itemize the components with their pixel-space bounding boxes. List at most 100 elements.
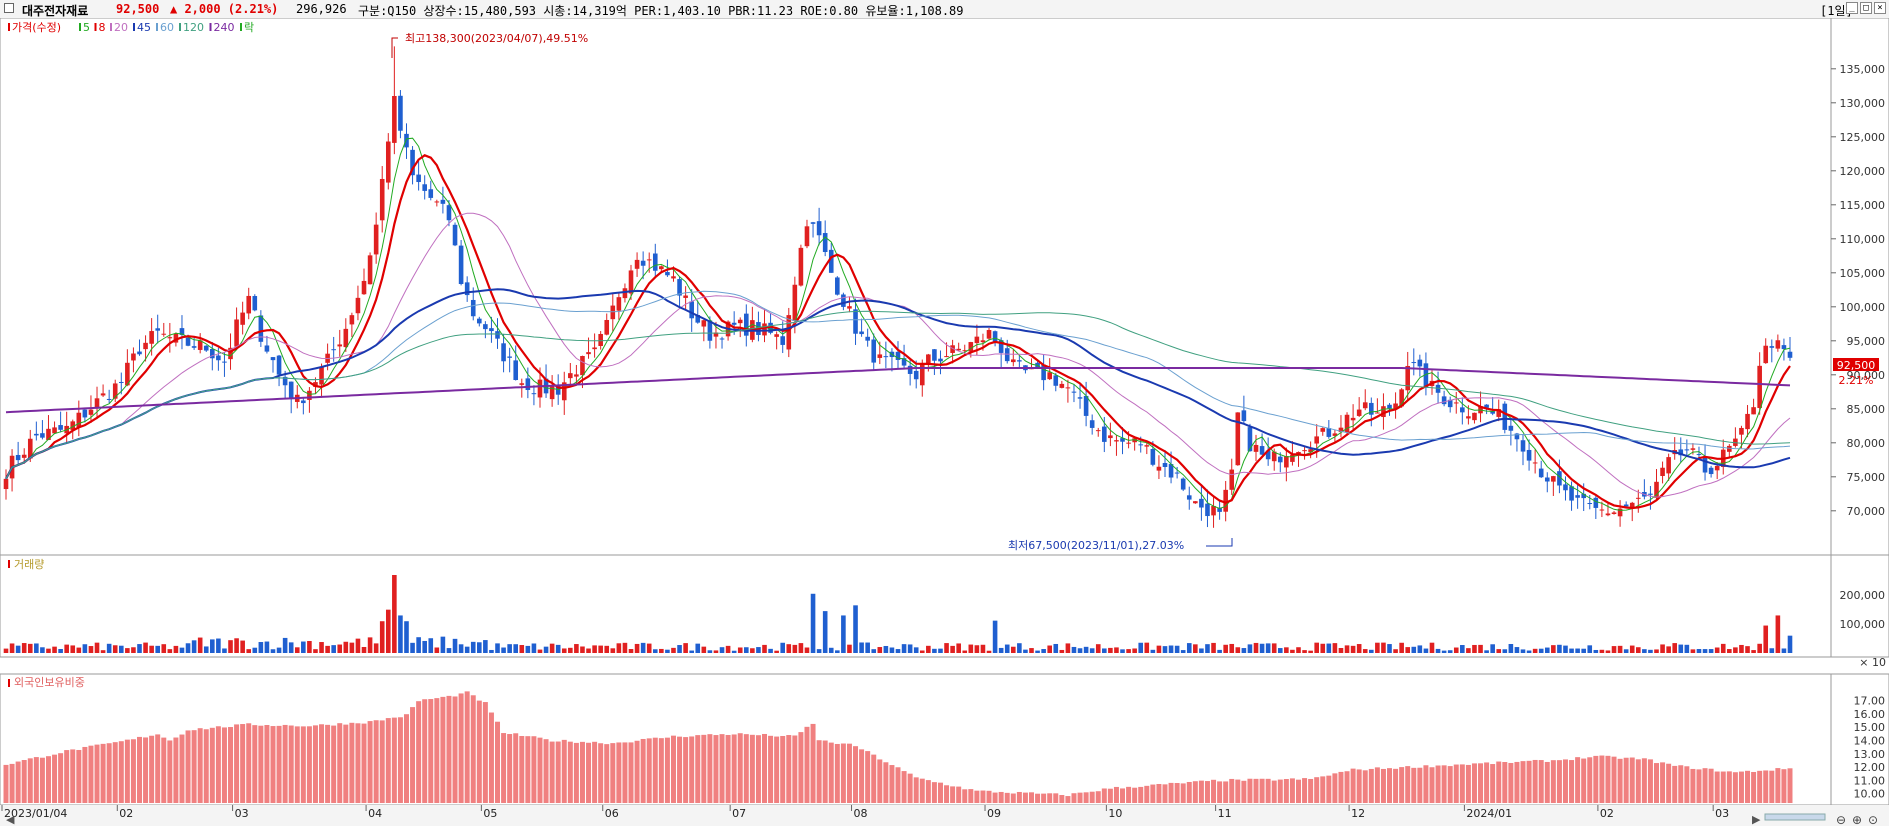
foreign-bar [373,720,379,803]
volume-bar [725,645,731,653]
candle-body [986,330,992,339]
volume-bar [822,611,828,653]
zoom-reset-icon[interactable]: ⊙ [1868,813,1878,826]
volume-bar [240,640,245,653]
candle-body [1611,512,1617,514]
volume-bar [652,649,658,653]
volume-bar [786,644,792,653]
candle-body [1277,456,1283,463]
volume-bar [1205,644,1210,653]
candle-body [847,306,852,309]
volume-bar [780,642,786,653]
volume-bar [1757,643,1762,653]
candle-body [646,259,652,261]
x-tick-label: 04 [368,807,382,820]
candle-body [1587,503,1593,505]
volume-bar [361,646,367,653]
maximize-icon[interactable]: □ [1860,2,1872,14]
candle-body [185,337,191,346]
volume-bar [1350,645,1356,653]
foreign-bar [816,740,822,803]
candle-body [258,315,264,342]
volume-bar [847,644,852,653]
candle-body [689,301,694,319]
candle-body [1520,440,1526,452]
volume-bar [15,645,21,653]
candle-body [379,178,385,221]
volume-bar [276,647,282,653]
candle-body [974,336,980,344]
scroll-right-icon[interactable]: ▶ [1752,813,1761,826]
zoom-out-icon[interactable]: ⊖ [1836,813,1846,826]
scrollbar-thumb[interactable] [1764,813,1826,821]
scroll-left-icon[interactable]: ◀ [6,813,15,826]
close-icon[interactable]: × [1874,2,1886,14]
candle-body [1375,412,1380,414]
volume-bar [1654,649,1659,653]
foreign-bar [519,736,525,803]
candle-body [489,328,494,332]
foreign-bar [846,743,852,803]
volume-bar [743,647,749,653]
candle-body [143,342,148,350]
foreign-bar [1180,783,1186,803]
candle-body [452,224,458,246]
candle-body [707,320,713,341]
volume-bar [859,642,864,653]
foreign-bar [9,763,15,803]
volume-bar [1466,648,1471,653]
foreign-bar [507,734,513,803]
candle-body [586,352,591,355]
foreign-bar [3,764,9,803]
volume-bar [1120,649,1125,653]
volume-bar [1193,644,1198,653]
foreign-bar [1399,767,1405,803]
foreign-bar [573,742,579,803]
foreign-bar [1690,768,1696,803]
candle-body [1648,493,1653,495]
candle-body [1599,509,1605,511]
volume-bar [367,637,373,653]
foreign-bar [1259,778,1265,803]
volume-bar [919,650,925,653]
candle-body [1696,454,1702,456]
foreign-bar [76,749,82,803]
candle-body [932,349,937,361]
foreign-bar [1065,796,1071,803]
volume-bar [610,648,616,653]
zoom-in-icon[interactable]: ⊕ [1852,813,1862,826]
candle-body [865,336,870,341]
volume-bar [1375,642,1380,653]
candle-body [871,339,877,363]
foreign-bar [391,717,397,803]
foreign-bar [1732,772,1738,803]
volume-bar [1217,649,1222,653]
candle-body [719,338,725,340]
panel-checkbox[interactable] [4,3,14,13]
volume-bar [1429,642,1435,653]
foreign-bar [39,757,45,803]
foreign-bar [155,734,161,803]
volume-bar [3,648,9,653]
candle-body [1302,450,1307,452]
minimize-icon[interactable]: _ [1846,2,1858,14]
volume-bar [737,647,743,653]
volume-bar [1532,648,1538,653]
volume-bar [137,644,142,653]
foreign-tick-label: 12.00 [1854,761,1886,774]
foreign-bar [1356,769,1362,803]
volume-bar [513,644,519,653]
foreign-bar [240,724,246,803]
foreign-bar [555,741,561,803]
volume-bar [470,641,476,653]
volume-bar [677,645,682,653]
volume-bar [294,647,300,653]
volume-bar [404,621,409,653]
candle-body [859,331,864,335]
volume-bar [1441,650,1447,653]
volume-bar [1563,645,1568,653]
candle-body [301,400,306,404]
foreign-bar [325,724,331,803]
volume-bar [1211,642,1216,653]
foreign-bar [33,757,39,803]
